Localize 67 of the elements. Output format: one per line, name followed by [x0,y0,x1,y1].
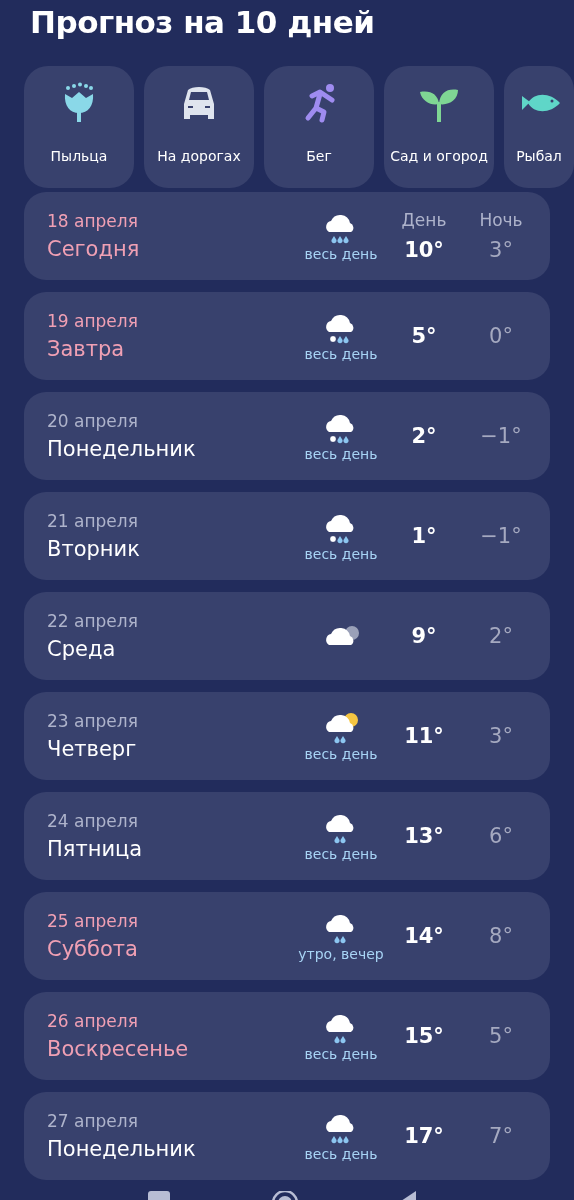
date-text: 27 апреля [47,1111,139,1131]
precipitation-text: весь день [304,846,378,862]
date-text: 18 апреля [47,211,139,231]
night-temperature: 5° [489,1024,513,1048]
date-text: 26 апреля [47,1011,139,1031]
night-temperature: 7° [489,1124,513,1148]
weekday-text: Суббота [47,937,139,961]
date-text: 19 апреля [47,311,139,331]
day-temperature: 14° [404,924,444,948]
day-temperature: 9° [411,624,437,648]
precipitation-text: весь день [304,246,378,262]
day-forecast-card[interactable]: 19 апреля Завтра весь день 5° 0° [24,292,550,380]
weekday-text: Понедельник [47,437,197,461]
day-temperature: 13° [404,824,444,848]
precipitation-text: весь день [304,446,378,462]
weekday-text: Среда [47,637,117,661]
day-forecast-card[interactable]: 27 апреля Понедельник весь день 17° 7° [24,1092,550,1180]
night-temperature: −1° [480,424,522,448]
precipitation-text: весь день [304,746,378,762]
day-temperature: 15° [404,1024,444,1048]
date-text: 23 апреля [47,711,139,731]
date-text: 20 апреля [47,411,139,431]
day-forecast-card[interactable]: 24 апреля Пятница весь день 13° 6° [24,792,550,880]
day-forecast-card[interactable]: 26 апреля Воскресенье весь день 15° 5° [24,992,550,1080]
weekday-text: Четверг [47,737,138,761]
day-forecast-card[interactable]: 23 апреля Четверг весь день 11° 3° [24,692,550,780]
precipitation-text: весь день [304,1046,378,1062]
day-forecast-card[interactable]: 22 апреля Среда 9° 2° [24,592,550,680]
date-text: 25 апреля [47,911,139,931]
activity-tile[interactable]: Сад и огород [384,66,494,188]
weekday-text: Сегодня [47,237,141,261]
day-forecast-card[interactable]: 20 апреля Понедельник весь день 2° −1° [24,392,550,480]
column-header: День [401,210,447,230]
column-header: Ночь [479,210,523,230]
weekday-text: Вторник [47,537,141,561]
day-temperature: 10° [404,238,444,262]
date-text: 22 апреля [47,611,139,631]
precipitation-text: утро, вечер [298,946,384,962]
weekday-text: Понедельник [47,1137,197,1161]
night-temperature: 3° [489,238,513,262]
activity-tile[interactable]: Пыльца [24,66,134,188]
precipitation-text: весь день [304,546,378,562]
day-temperature: 11° [404,724,444,748]
activity-tile[interactable]: На дорогах [144,66,254,188]
night-temperature: 3° [489,724,513,748]
day-temperature: 17° [404,1124,444,1148]
weekday-text: Воскресенье [47,1037,190,1061]
day-forecast-card[interactable]: 25 апреля Суббота утро, вечер 14° 8° [24,892,550,980]
day-temperature: 2° [411,424,437,448]
activity-tile[interactable]: Рыбал [504,66,574,188]
weekday-text: Завтра [47,337,126,361]
page-title: Прогноз на 10 дней [29,3,376,42]
activity-tile[interactable]: Бег [264,66,374,188]
night-temperature: −1° [480,524,522,548]
precipitation-text: весь день [304,1146,378,1162]
night-temperature: 6° [489,824,513,848]
day-temperature: 1° [411,524,437,548]
night-temperature: 2° [489,624,513,648]
day-forecast-card[interactable]: 18 апреля Сегодня весь день День 10° Ночь 3° [24,192,550,280]
night-temperature: 8° [489,924,513,948]
date-text: 24 апреля [47,811,139,831]
date-text: 21 апреля [47,511,139,531]
weekday-text: Пятница [47,837,144,861]
day-temperature: 5° [411,324,437,348]
precipitation-text: весь день [304,346,378,362]
day-forecast-card[interactable]: 21 апреля Вторник весь день 1° −1° [24,492,550,580]
night-temperature: 0° [489,324,513,348]
